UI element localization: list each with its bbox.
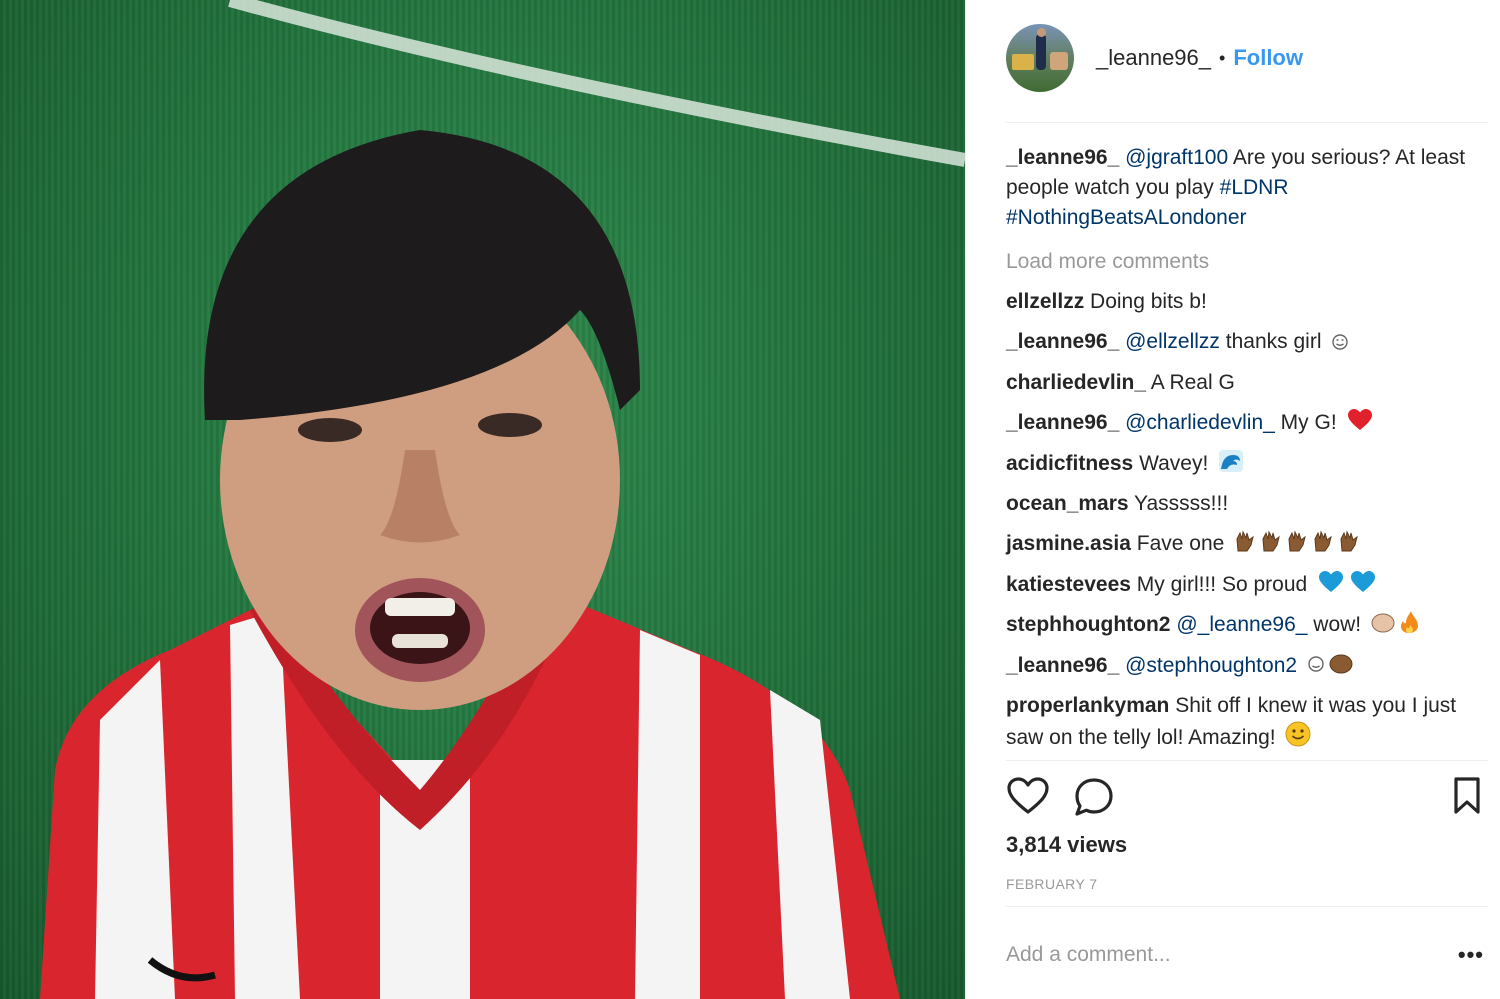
header-username[interactable]: _leanne96_ <box>1096 45 1211 71</box>
red-heart-emoji-icon <box>1347 409 1372 431</box>
caption-hashtag-ldnr[interactable]: #LDNR <box>1220 176 1289 199</box>
comment-mention[interactable]: @_leanne96_ <box>1176 613 1307 636</box>
caption: _leanne96_ @jgraft100 Are you serious? A… <box>1006 143 1476 233</box>
fist-fire-emoji-icon <box>1371 611 1418 634</box>
comment-username[interactable]: jasmine.asia <box>1006 532 1131 555</box>
comment-item: _leanne96_ @ellzellzz thanks girl <box>1006 327 1476 357</box>
comment-text: My girl!!! So proud <box>1136 572 1308 596</box>
comment-item: ocean_mars Yasssss!!! <box>1006 489 1476 519</box>
comment-mention[interactable]: @stephhoughton2 <box>1125 654 1297 677</box>
post-header: _leanne96_ • Follow <box>1006 24 1303 92</box>
comment-username[interactable]: acidicfitness <box>1006 452 1133 475</box>
lower-teeth <box>392 634 448 648</box>
comment-username[interactable]: stephhoughton2 <box>1006 613 1170 636</box>
caption-username[interactable]: _leanne96_ <box>1006 146 1119 169</box>
action-bar <box>1006 776 1480 820</box>
comment-text: Wavey! <box>1139 451 1209 475</box>
pitch-line <box>228 0 965 167</box>
right-eye <box>478 413 542 437</box>
heart-outline-icon[interactable] <box>1006 776 1050 816</box>
more-options-icon[interactable]: ••• <box>1458 942 1484 968</box>
comment-item: ellzellzz Doing bits b! <box>1006 287 1476 317</box>
comment-item: charliedevlin_ A Real G <box>1006 368 1476 398</box>
divider <box>1006 760 1488 761</box>
add-comment-input[interactable] <box>1006 935 1426 975</box>
comment-text: wow! <box>1313 613 1362 637</box>
comment-text: Yasssss!!! <box>1134 491 1229 515</box>
upper-teeth <box>385 598 455 616</box>
header-separator: • <box>1219 47 1226 68</box>
relieved-face-emoji-icon <box>1332 334 1349 351</box>
comment-text: Fave one <box>1136 532 1225 556</box>
comment-username[interactable]: _leanne96_ <box>1006 411 1119 434</box>
post-photo-illustration <box>40 0 965 999</box>
comment-username[interactable]: properlankyman <box>1006 694 1169 717</box>
comment-mention[interactable]: @charliedevlin_ <box>1125 411 1275 434</box>
comment-username[interactable]: katiestevees <box>1006 573 1131 596</box>
comment-text: My G! <box>1280 411 1337 435</box>
comment-item: properlankyman Shit off I knew it was yo… <box>1006 691 1476 753</box>
divider <box>1006 122 1488 123</box>
speech-bubble-icon[interactable] <box>1072 776 1116 820</box>
comment-text: thanks girl <box>1225 330 1322 354</box>
post-date[interactable]: FEBRUARY 7 <box>1006 876 1097 892</box>
raised-hand-emoji-icon <box>1236 530 1358 552</box>
comment-item: _leanne96_ @stephhoughton2 <box>1006 651 1476 681</box>
relieved-fist-emoji-icon <box>1308 654 1353 674</box>
comment-item: acidicfitness Wavey! <box>1006 449 1476 479</box>
caption-mention[interactable]: @jgraft100 <box>1125 146 1228 169</box>
comment-mention[interactable]: @ellzellzz <box>1125 330 1220 353</box>
comment-item: jasmine.asia Fave one <box>1006 529 1476 559</box>
comment-username[interactable]: _leanne96_ <box>1006 654 1119 677</box>
post-side-panel: _leanne96_ • Follow _leanne96_ @jgraft10… <box>965 0 1500 999</box>
follow-button[interactable]: Follow <box>1233 45 1303 71</box>
caption-hashtag-nothingbeatsalondoner[interactable]: #NothingBeatsALondoner <box>1006 206 1247 229</box>
avatar[interactable] <box>1006 24 1074 92</box>
bookmark-icon[interactable] <box>1452 776 1482 816</box>
left-eye <box>298 418 362 442</box>
smiley-face-emoji-icon <box>1285 721 1311 747</box>
comment-username[interactable]: charliedevlin_ <box>1006 371 1146 394</box>
comments-list: _leanne96_ @jgraft100 Are you serious? A… <box>1006 143 1476 763</box>
water-wave-emoji-icon <box>1219 449 1244 472</box>
comment-item: katiestevees My girl!!! So proud <box>1006 570 1476 600</box>
comment-text: Doing bits b! <box>1090 290 1207 313</box>
blue-heart-emoji-icon <box>1319 570 1376 592</box>
comment-username[interactable]: ellzellzz <box>1006 290 1084 313</box>
comment-username[interactable]: ocean_mars <box>1006 492 1129 515</box>
comment-item: stephhoughton2 @_leanne96_ wow! <box>1006 610 1476 640</box>
comment-text: A Real G <box>1150 370 1235 394</box>
view-count[interactable]: 3,814 views <box>1006 832 1127 858</box>
divider <box>1006 906 1488 907</box>
comment-username[interactable]: _leanne96_ <box>1006 330 1119 353</box>
comment-item: _leanne96_ @charliedevlin_ My G! <box>1006 408 1476 438</box>
load-more-comments-button[interactable]: Load more comments <box>1006 247 1476 277</box>
post-image[interactable] <box>0 0 965 999</box>
